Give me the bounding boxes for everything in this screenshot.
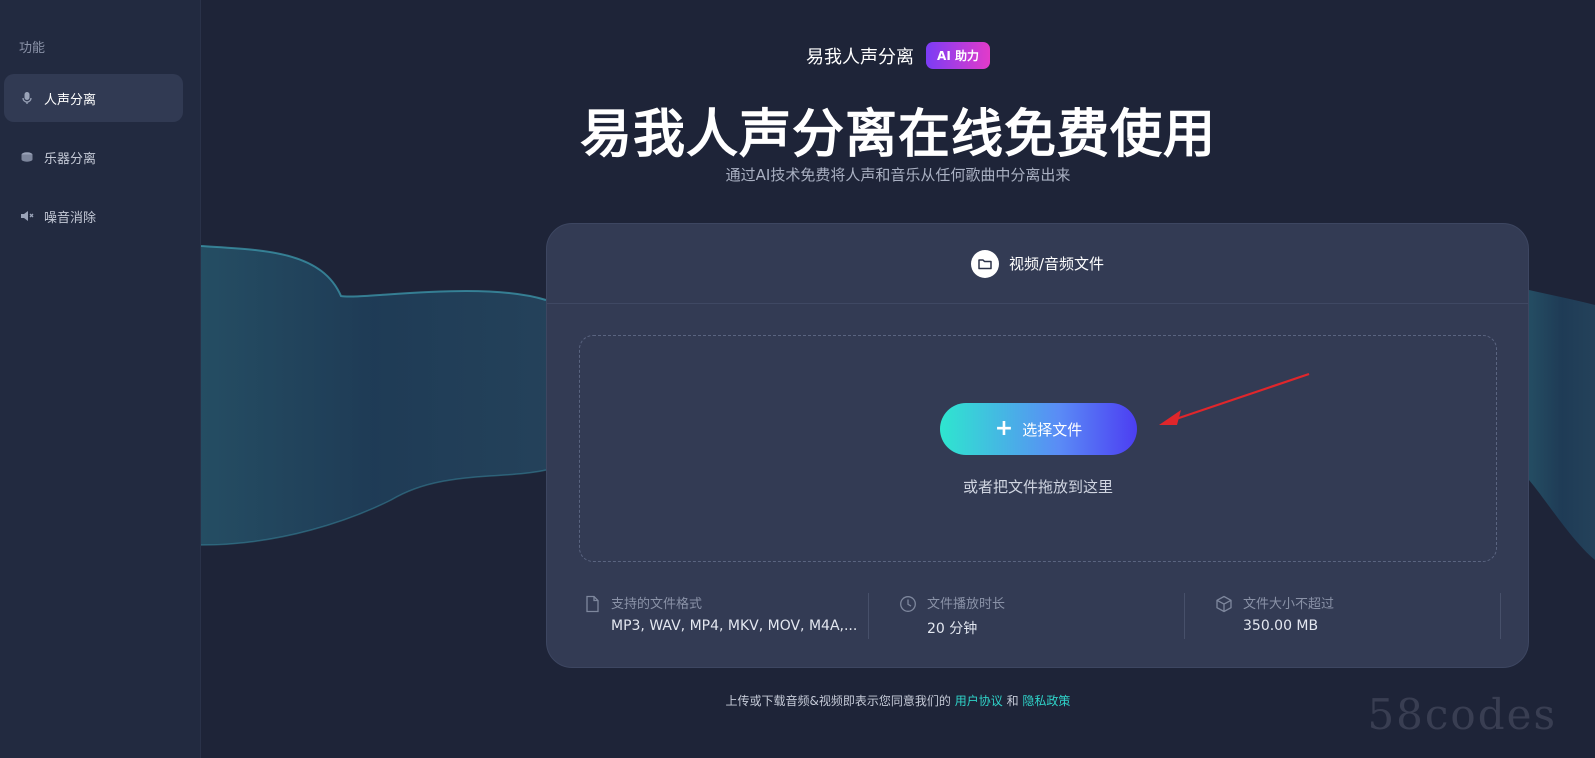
info-formats: 支持的文件格式 MP3, WAV, MP4, MKV, MOV, M4A,... bbox=[579, 593, 869, 639]
page-title: 易我人声分离在线免费使用 bbox=[579, 105, 1216, 165]
cube-icon bbox=[1215, 595, 1233, 613]
info-label: 文件播放时长 bbox=[927, 597, 1006, 612]
brand-name: 易我人声分离 bbox=[806, 46, 915, 68]
sidebar-item-noise-removal[interactable]: 噪音消除 bbox=[4, 192, 183, 240]
brand-row: 易我人声分离 AI 助力 bbox=[201, 42, 1595, 69]
info-label: 文件大小不超过 bbox=[1243, 597, 1335, 612]
sidebar: 功能 人声分离 乐器分离 噪音消除 bbox=[0, 0, 201, 758]
file-dropzone[interactable]: + 选择文件 或者把文件拖放到这里 bbox=[579, 335, 1497, 562]
folder-icon bbox=[970, 249, 999, 278]
sidebar-heading: 功能 bbox=[19, 41, 46, 56]
sidebar-item-instrument-separation[interactable]: 乐器分离 bbox=[4, 133, 183, 181]
file-requirements: 支持的文件格式 MP3, WAV, MP4, MKV, MOV, M4A,...… bbox=[579, 593, 1501, 639]
info-value: 350.00 MB bbox=[1243, 618, 1319, 634]
file-icon bbox=[583, 595, 601, 613]
tab-video-audio-file[interactable]: 视频/音频文件 bbox=[547, 224, 1528, 304]
drop-hint: 或者把文件拖放到这里 bbox=[962, 478, 1113, 496]
plus-icon: + bbox=[994, 416, 1014, 441]
page-subtitle: 通过AI技术免费将人声和音乐从任何歌曲中分离出来 bbox=[725, 166, 1071, 184]
sidebar-item-label: 人声分离 bbox=[44, 92, 97, 108]
info-label: 支持的文件格式 bbox=[611, 597, 703, 612]
sidebar-item-label: 噪音消除 bbox=[44, 210, 97, 226]
sidebar-item-label: 乐器分离 bbox=[44, 151, 97, 167]
info-duration: 文件播放时长 20 分钟 bbox=[869, 593, 1185, 639]
drum-icon bbox=[20, 150, 34, 164]
tab-label: 视频/音频文件 bbox=[1008, 255, 1105, 273]
ai-badge: AI 助力 bbox=[926, 42, 990, 69]
microphone-icon bbox=[20, 91, 34, 105]
clock-icon bbox=[899, 595, 917, 613]
footer-prefix: 上传或下载音频&视频即表示您同意我们的 bbox=[725, 694, 951, 708]
choose-file-button[interactable]: + 选择文件 bbox=[940, 403, 1137, 455]
main-content: 易我人声分离 AI 助力 易我人声分离在线免费使用 通过AI技术免费将人声和音乐… bbox=[201, 0, 1595, 758]
choose-file-label: 选择文件 bbox=[1022, 420, 1083, 439]
footer-and: 和 bbox=[1006, 694, 1019, 708]
upload-card: 视频/音频文件 + 选择文件 或者把文件拖放到这里 支持的文件格式 MP3, W… bbox=[546, 223, 1529, 668]
watermark: 58codes bbox=[1367, 690, 1557, 739]
info-size: 文件大小不超过 350.00 MB bbox=[1185, 593, 1501, 639]
terms-link[interactable]: 用户协议 bbox=[955, 694, 1003, 708]
info-value: MP3, WAV, MP4, MKV, MOV, M4A,... bbox=[611, 618, 858, 634]
info-value: 20 分钟 bbox=[927, 621, 978, 637]
sidebar-item-vocal-separation[interactable]: 人声分离 bbox=[4, 74, 183, 122]
privacy-link[interactable]: 隐私政策 bbox=[1022, 694, 1070, 708]
speaker-mute-icon bbox=[20, 209, 34, 223]
